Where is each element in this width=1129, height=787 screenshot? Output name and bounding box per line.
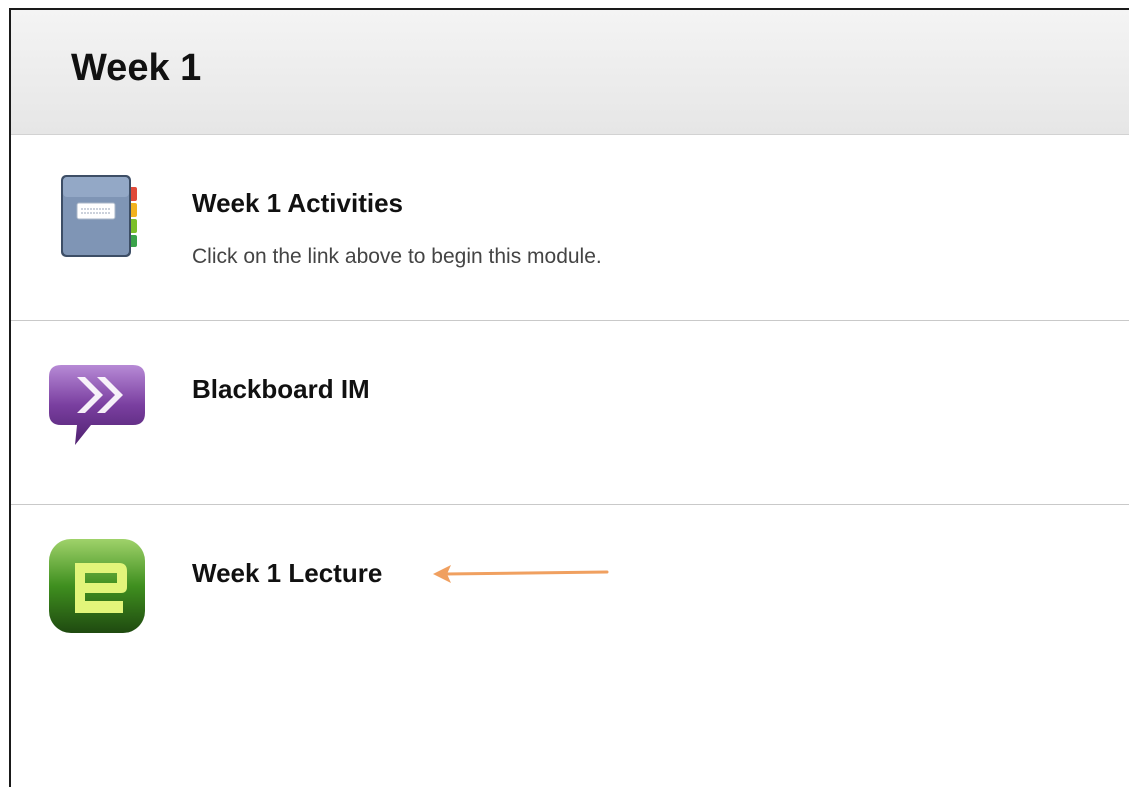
content-item-blackboard-im: Blackboard IM [11, 321, 1129, 505]
module-notebook-icon[interactable] [47, 165, 147, 265]
echo-lecture-icon[interactable] [47, 535, 147, 635]
item-description: Click on the link above to begin this mo… [192, 245, 602, 268]
content-item-week-1-activities: Week 1 Activities Click on the link abov… [11, 135, 1129, 321]
annotation-arrow-icon [431, 561, 611, 587]
content-item-week-1-lecture: Week 1 Lecture [11, 505, 1129, 787]
blackboard-im-icon[interactable] [47, 357, 147, 457]
item-title-link[interactable]: Week 1 Activities [192, 188, 403, 219]
content-frame: Week 1 Week 1 Activities Click on the li… [9, 8, 1129, 787]
module-header: Week 1 [11, 10, 1129, 135]
item-title-link[interactable]: Week 1 Lecture [192, 558, 382, 589]
item-title-link[interactable]: Blackboard IM [192, 374, 370, 405]
page-title: Week 1 [71, 47, 202, 89]
